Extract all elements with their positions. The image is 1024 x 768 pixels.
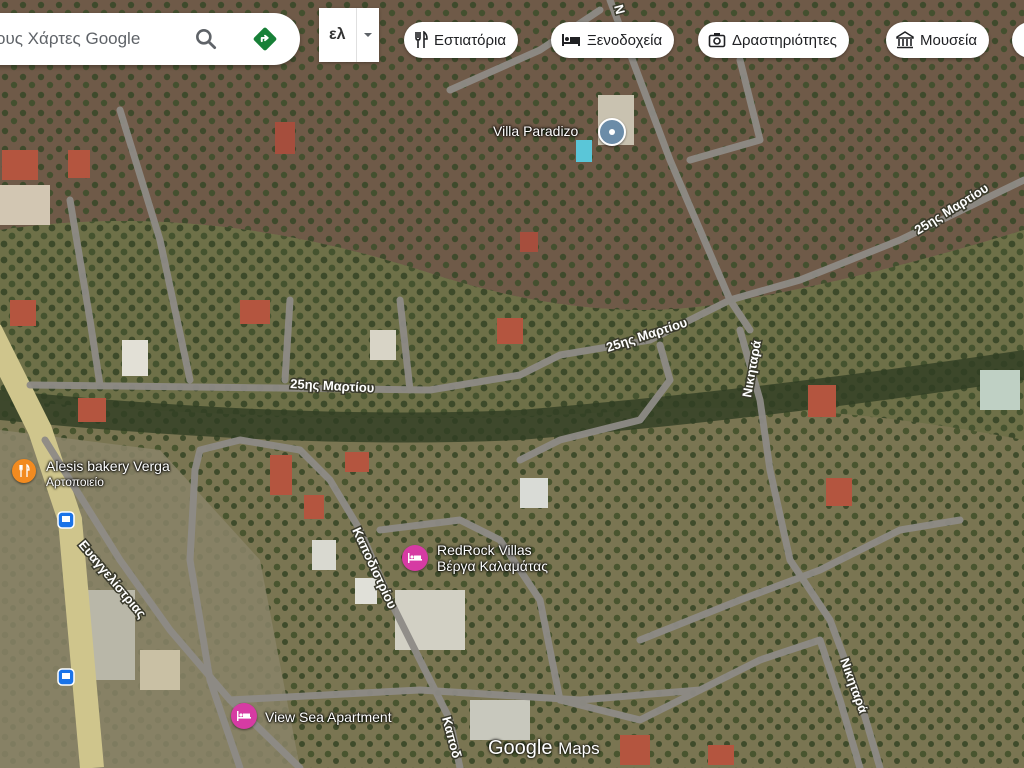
place-pin-icon[interactable] (598, 118, 626, 146)
restaurant-icon (415, 31, 428, 48)
chip-activities[interactable]: Δραστηριότητες (698, 22, 849, 58)
chip-label: Εστιατόρια (434, 31, 506, 49)
bus-stop-icon[interactable] (57, 511, 75, 529)
place-label-villa-paradizo[interactable]: Villa Paradizo (493, 123, 578, 139)
bus-stop-icon[interactable] (57, 668, 75, 686)
hotel-pin-icon[interactable] (231, 703, 257, 729)
camera-icon (708, 33, 726, 48)
hotel-icon (562, 34, 580, 46)
chip-label: Μουσεία (920, 31, 977, 49)
satellite-map[interactable]: 25ης Μαρτίου 25ης Μαρτίου 25ης Μαρτίου Ν… (0, 0, 1024, 768)
museum-icon (896, 31, 914, 49)
place-label-redrock-villas[interactable]: RedRock Villas Βέργα Καλαμάτας (437, 542, 548, 574)
place-category: Αρτοποιείο (46, 475, 104, 489)
watermark-maps: Maps (558, 739, 600, 758)
directions-icon[interactable] (252, 26, 278, 52)
chip-hotels[interactable]: Ξενοδοχεία (551, 22, 675, 58)
place-name: Alesis bakery Verga (46, 458, 170, 474)
chevron-down-icon[interactable] (356, 8, 379, 62)
place-name: RedRock Villas (437, 542, 532, 558)
search-icon[interactable] (193, 26, 219, 52)
chip-restaurants[interactable]: Εστιατόρια (404, 22, 518, 58)
hotel-pin-icon[interactable] (402, 545, 428, 571)
language-value: ελ (329, 26, 346, 43)
place-label-alesis-bakery[interactable]: Alesis bakery Verga Αρτοποιείο (46, 458, 170, 490)
language-select[interactable]: ελ (319, 8, 379, 62)
chip-label: Ξενοδοχεία (587, 31, 663, 49)
search-box[interactable]: ους Χάρτες Google (0, 13, 300, 65)
watermark-google: Google (488, 737, 553, 759)
google-maps-watermark: Google Maps (488, 737, 600, 760)
chip-label: Δραστηριότητες (732, 31, 837, 49)
place-name-line2: Βέργα Καλαμάτας (437, 558, 549, 574)
bakery-pin-icon[interactable] (12, 459, 36, 483)
place-label-view-sea-apartment[interactable]: View Sea Apartment (265, 709, 392, 725)
chip-museums[interactable]: Μουσεία (886, 22, 989, 58)
search-input[interactable]: ους Χάρτες Google (0, 29, 186, 49)
